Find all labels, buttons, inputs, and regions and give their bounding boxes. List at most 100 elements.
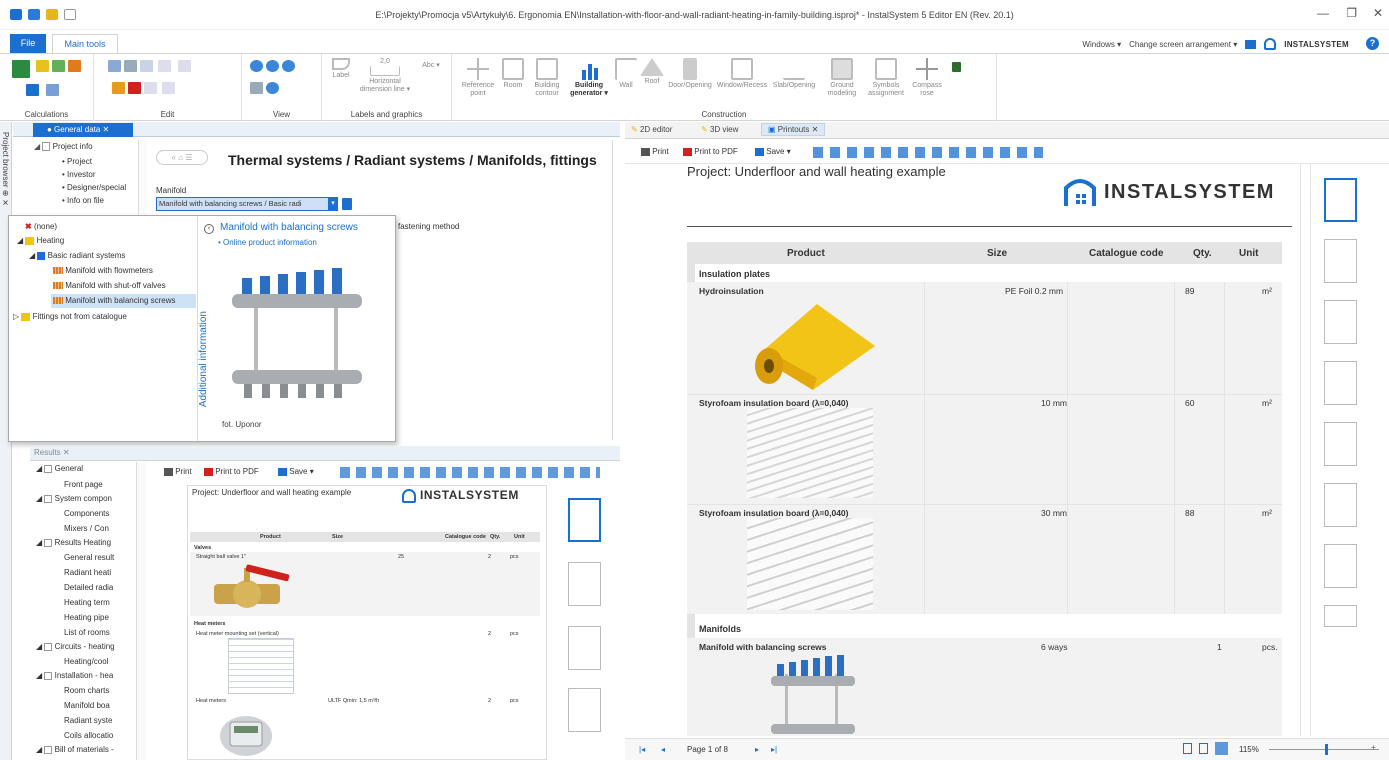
wall-button[interactable]: Wall bbox=[614, 58, 638, 90]
popup-item-shutoff[interactable]: Manifold with shut-off valves bbox=[53, 281, 166, 290]
tab-results[interactable]: Results ✕ bbox=[34, 448, 70, 457]
grid-icon[interactable] bbox=[158, 60, 171, 72]
compass-rose-button[interactable]: Compass rose bbox=[908, 58, 946, 98]
report-icon[interactable] bbox=[26, 84, 39, 96]
zoom-in-icon[interactable] bbox=[250, 60, 263, 72]
zoom-window-icon[interactable] bbox=[250, 82, 263, 94]
select-icon[interactable] bbox=[144, 82, 157, 94]
tab-file[interactable]: File bbox=[10, 34, 46, 53]
zoom-slider-track[interactable] bbox=[1269, 749, 1379, 750]
zoom-fit-icon[interactable] bbox=[282, 60, 295, 72]
minimize-button[interactable]: — bbox=[1317, 6, 1329, 20]
next-page-icon[interactable]: ▸ bbox=[755, 745, 759, 754]
tree-item-info-on-file[interactable]: • Info on file bbox=[62, 196, 104, 205]
close-button[interactable]: ✕ bbox=[1373, 6, 1383, 20]
page-thumbnail[interactable] bbox=[1324, 422, 1357, 466]
tab-3d-view[interactable]: ✎ 3D view bbox=[701, 125, 738, 134]
first-page-icon[interactable]: |◂ bbox=[639, 745, 645, 754]
rotate-icon[interactable] bbox=[162, 82, 175, 94]
print-pdf-button[interactable]: Print to PDF bbox=[683, 147, 738, 156]
doc-scrollbar[interactable] bbox=[1300, 164, 1309, 736]
horizontal-dimension-button[interactable]: 2,0 Horizontal dimension line ▾ bbox=[358, 58, 412, 94]
help-icon[interactable]: ? bbox=[1366, 37, 1379, 50]
results-tree-item[interactable]: List of rooms bbox=[64, 628, 110, 637]
tree-item-investor[interactable]: • Investor bbox=[62, 170, 95, 179]
popup-item-balancing[interactable]: Manifold with balancing screws bbox=[51, 294, 196, 308]
content-scrollbar[interactable] bbox=[612, 140, 620, 440]
copy-icon[interactable] bbox=[108, 60, 121, 72]
results-thumbnail[interactable] bbox=[568, 498, 601, 542]
tab-printouts[interactable]: ▣ Printouts ✕ bbox=[761, 123, 826, 136]
print-pdf-button[interactable]: Print to PDF bbox=[204, 467, 259, 476]
label-button[interactable]: Label bbox=[326, 58, 356, 80]
popup-item-none[interactable]: ✖ (none) bbox=[25, 222, 57, 231]
paste-icon[interactable] bbox=[124, 60, 137, 72]
zoom-slider-handle[interactable] bbox=[1325, 744, 1328, 755]
results-tree-item[interactable]: Detailed radia bbox=[64, 583, 113, 592]
results-tree-item[interactable]: Radiant syste bbox=[64, 716, 112, 725]
save-menu-button[interactable]: Save ▾ bbox=[755, 147, 791, 156]
results-tree-item[interactable]: ◢ Results Heating bbox=[36, 538, 111, 547]
popup-item-fittings[interactable]: ▷ Fittings not from catalogue bbox=[13, 312, 127, 321]
manifold-select[interactable]: Manifold with balancing screws / Basic r… bbox=[156, 197, 338, 211]
calc-orange-icon[interactable] bbox=[68, 60, 81, 72]
results-tree-item[interactable]: General result bbox=[64, 553, 114, 562]
online-info-link[interactable]: • Online product information bbox=[218, 238, 317, 247]
text-style-button[interactable]: Abc ▾ bbox=[416, 62, 446, 70]
print-button[interactable]: Print bbox=[164, 467, 192, 476]
undo-icon[interactable] bbox=[140, 60, 153, 72]
room-button[interactable]: Room bbox=[500, 58, 526, 90]
collapse-left-icon[interactable]: ‹ bbox=[204, 224, 214, 234]
results-tree-item[interactable]: Components bbox=[64, 509, 109, 518]
popup-item-flowmeters[interactable]: Manifold with flowmeters bbox=[53, 266, 153, 275]
save-menu-button[interactable]: Save ▾ bbox=[278, 467, 314, 476]
multi-page-view-icon[interactable] bbox=[1215, 742, 1228, 755]
results-tree-item[interactable]: Heating term bbox=[64, 598, 110, 607]
tab-main-tools[interactable]: Main tools bbox=[52, 34, 118, 54]
reference-point-button[interactable]: Reference point bbox=[458, 58, 498, 98]
ground-modeling-button[interactable]: Ground modeling bbox=[820, 58, 864, 98]
page-thumbnail[interactable] bbox=[1324, 300, 1357, 344]
print-button[interactable]: Print bbox=[641, 147, 669, 156]
tab-2d-editor[interactable]: ✎ 2D editor bbox=[631, 125, 672, 134]
results-tree-item[interactable]: Manifold boa bbox=[64, 701, 110, 710]
printouts-toolbar-icons[interactable] bbox=[813, 147, 1043, 158]
slab-opening-button[interactable]: Slab/Opening bbox=[770, 58, 818, 90]
construction-extra-icon[interactable] bbox=[952, 62, 961, 72]
results-tree-item[interactable]: Coils allocatio bbox=[64, 731, 113, 740]
manifold-info-icon[interactable] bbox=[342, 198, 352, 210]
change-arrangement-menu[interactable]: Change screen arrangement ▾ bbox=[1129, 40, 1237, 49]
page-thumbnail[interactable] bbox=[1324, 239, 1357, 283]
results-tree-item[interactable]: ◢ General bbox=[36, 464, 83, 473]
page-thumbnail[interactable] bbox=[1324, 605, 1357, 627]
calc-yellow-icon[interactable] bbox=[36, 60, 49, 72]
window-recess-button[interactable]: Window/Recess bbox=[716, 58, 768, 90]
tree-item-project-info[interactable]: ◢ Project info bbox=[34, 142, 93, 152]
move-icon[interactable] bbox=[178, 60, 191, 72]
results-thumbnail[interactable] bbox=[568, 626, 601, 670]
results-tree-item[interactable]: Radiant heati bbox=[64, 568, 111, 577]
delete-icon[interactable] bbox=[128, 82, 141, 94]
tree-item-designer[interactable]: • Designer/special bbox=[62, 183, 126, 192]
previous-page-icon[interactable]: ◂ bbox=[661, 745, 665, 754]
results-tree-item[interactable]: Room charts bbox=[64, 686, 109, 695]
restore-button[interactable]: ❐ bbox=[1346, 6, 1357, 20]
results-tree-scrollbar[interactable] bbox=[136, 462, 146, 760]
results-tree-item[interactable]: ◢ Circuits - heating bbox=[36, 642, 115, 651]
results-tree-item[interactable]: ◢ Installation - hea bbox=[36, 671, 113, 680]
roof-button[interactable]: Roof bbox=[640, 58, 664, 86]
page-thumbnail[interactable] bbox=[1324, 483, 1357, 527]
two-page-view-icon[interactable] bbox=[1199, 743, 1208, 754]
results-tree-item[interactable]: Mixers / Con bbox=[64, 524, 109, 533]
popup-item-heating[interactable]: ◢ Heating bbox=[17, 236, 64, 245]
building-generator-button[interactable]: Building generator ▾ bbox=[568, 58, 610, 98]
results-tree-item[interactable]: Heating/cool bbox=[64, 657, 108, 666]
door-opening-button[interactable]: Door/Opening bbox=[666, 58, 714, 90]
page-thumbnail[interactable] bbox=[1324, 361, 1357, 405]
zoom-in-icon[interactable]: + bbox=[1371, 743, 1376, 752]
tab-general-data[interactable]: ● General data ✕ bbox=[33, 123, 133, 137]
calc-green-icon[interactable] bbox=[52, 60, 65, 72]
symbols-assignment-button[interactable]: Symbols assignment bbox=[864, 58, 908, 98]
results-tree-item[interactable]: Front page bbox=[64, 480, 103, 489]
page-thumbnail[interactable] bbox=[1324, 178, 1357, 222]
